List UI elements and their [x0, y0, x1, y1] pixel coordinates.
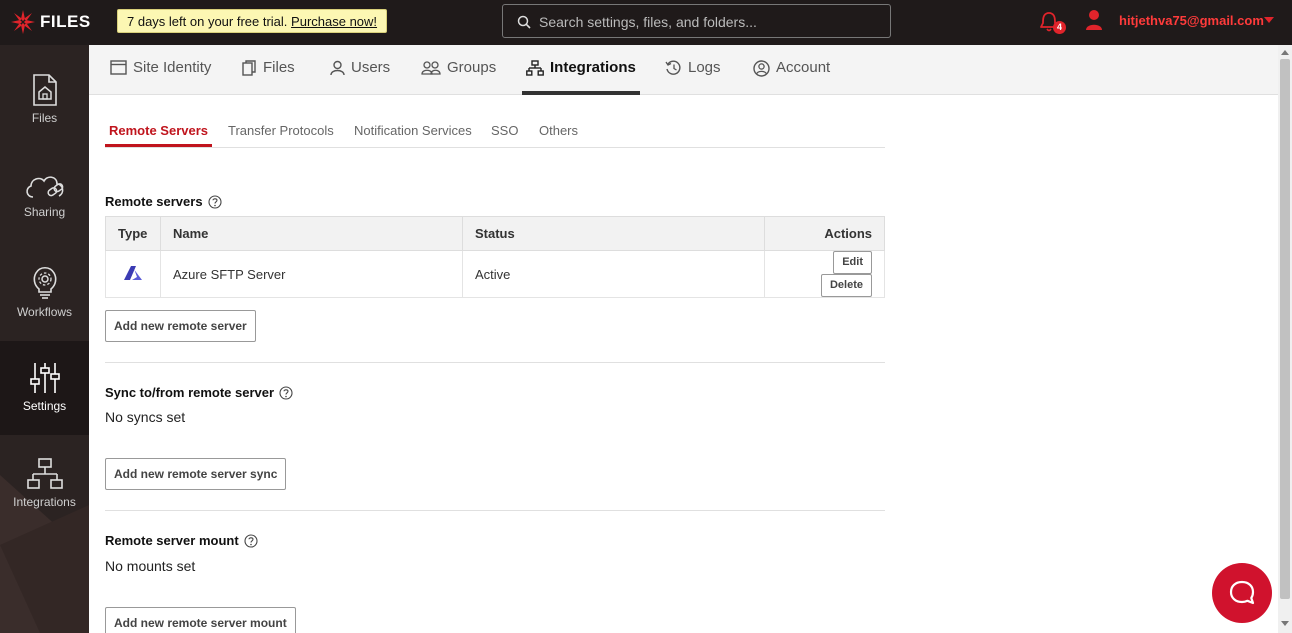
chat-bubble-icon — [1229, 580, 1255, 605]
tab-account[interactable]: Account — [753, 59, 830, 95]
help-icon[interactable] — [208, 194, 222, 209]
column-header-type[interactable]: Type — [105, 216, 161, 251]
search-box[interactable] — [502, 4, 891, 38]
table-row: Azure SFTP Server Active Edit Delete — [105, 250, 885, 298]
settings-tabs: Site Identity Files Users Groups Integra… — [89, 45, 1278, 95]
actions-cell: Edit Delete — [764, 250, 885, 298]
search-icon — [517, 15, 531, 29]
subtab-notification-services[interactable]: Notification Services — [354, 123, 472, 138]
scrollbar-thumb[interactable] — [1280, 59, 1290, 599]
subtab-transfer-protocols[interactable]: Transfer Protocols — [228, 123, 334, 138]
column-header-actions: Actions — [764, 216, 885, 251]
scroll-up-arrow-icon[interactable] — [1281, 49, 1289, 55]
tab-groups[interactable]: Groups — [421, 59, 496, 95]
table-header-row: Type Name Status Actions — [105, 216, 885, 251]
remote-servers-heading: Remote servers — [105, 194, 222, 209]
subtab-sso[interactable]: SSO — [491, 123, 518, 138]
sliders-icon — [29, 363, 60, 393]
sidebar-item-label: Workflows — [16, 305, 73, 319]
tab-label: Integrations — [550, 59, 636, 76]
user-avatar-icon[interactable] — [1085, 9, 1103, 31]
file-home-icon — [32, 74, 57, 106]
network-icon — [526, 60, 544, 76]
trial-banner: 7 days left on your free trial. Purchase… — [117, 9, 388, 33]
account-icon — [753, 60, 770, 77]
column-header-status[interactable]: Status — [462, 216, 765, 251]
network-icon — [26, 458, 63, 489]
sidebar-item-integrations[interactable]: Integrations — [0, 457, 89, 553]
subtab-others[interactable]: Others — [539, 123, 578, 138]
main-content: Site Identity Files Users Groups Integra… — [89, 45, 1278, 633]
active-subtab-indicator — [105, 144, 212, 147]
sidebar-item-files[interactable]: Files — [0, 73, 89, 169]
section-divider — [105, 362, 885, 363]
sidebar-item-label: Settings — [22, 399, 67, 413]
history-icon — [665, 60, 681, 75]
section-title-text: Sync to/from remote server — [105, 385, 275, 400]
sidebar-item-label: Sharing — [23, 205, 66, 219]
tab-site-identity[interactable]: Site Identity — [110, 59, 211, 95]
add-remote-server-button[interactable]: Add new remote server — [105, 310, 256, 342]
section-divider — [105, 510, 885, 511]
help-icon[interactable] — [244, 533, 258, 548]
vertical-scrollbar[interactable] — [1278, 45, 1292, 633]
tab-logs[interactable]: Logs — [665, 59, 721, 95]
files-icon — [242, 60, 256, 76]
tab-label: Account — [776, 59, 831, 76]
user-icon — [330, 60, 345, 76]
delete-button[interactable]: Delete — [820, 274, 872, 297]
tab-label: Users — [351, 59, 391, 76]
server-name: Azure SFTP Server — [160, 250, 463, 298]
tab-label: Groups — [447, 59, 497, 76]
search-input[interactable] — [539, 12, 879, 32]
window-icon — [110, 60, 127, 75]
cloud-link-icon — [25, 176, 63, 198]
trial-text: 7 days left on your free trial. — [127, 14, 288, 29]
top-bar: FILES 7 days left on your free trial. Pu… — [0, 0, 1292, 45]
type-cell — [105, 250, 161, 298]
no-mounts-text: No mounts set — [105, 558, 196, 574]
notification-badge: 4 — [1053, 21, 1066, 34]
remote-servers-table: Type Name Status Actions Azure SFTP Serv… — [105, 216, 885, 298]
group-icon — [421, 61, 441, 75]
add-remote-server-sync-button[interactable]: Add new remote server sync — [105, 458, 287, 490]
column-header-name[interactable]: Name — [160, 216, 463, 251]
section-title-text: Remote servers — [105, 194, 203, 209]
sidebar-item-label: Integrations — [13, 495, 76, 509]
scroll-down-arrow-icon[interactable] — [1281, 621, 1289, 627]
sidebar-item-settings[interactable]: Settings — [0, 341, 89, 435]
sidebar: Files Sharing Workflows Settings Integra… — [0, 45, 89, 633]
edit-button[interactable]: Edit — [833, 251, 872, 274]
tab-label: Logs — [688, 59, 721, 76]
chevron-down-icon[interactable] — [1264, 17, 1274, 24]
sidebar-item-sharing[interactable]: Sharing — [0, 171, 89, 267]
lightbulb-gear-icon — [33, 266, 56, 299]
purchase-link[interactable]: Purchase now! — [291, 14, 377, 29]
server-status: Active — [462, 250, 765, 298]
tab-integrations[interactable]: Integrations — [522, 59, 640, 95]
chat-support-button[interactable] — [1212, 563, 1272, 623]
tab-label: Site Identity — [133, 59, 212, 76]
no-syncs-text: No syncs set — [105, 409, 186, 425]
sync-heading: Sync to/from remote server — [105, 385, 293, 400]
azure-icon — [124, 265, 142, 280]
integration-subtabs: Remote Servers Transfer Protocols Notifi… — [105, 119, 885, 148]
tab-files[interactable]: Files — [242, 59, 295, 95]
help-icon[interactable] — [279, 385, 293, 400]
section-title-text: Remote server mount — [105, 533, 239, 548]
subtab-remote-servers[interactable]: Remote Servers — [109, 123, 208, 138]
files-logo[interactable]: FILES — [10, 9, 91, 35]
tab-label: Files — [263, 59, 295, 76]
mount-heading: Remote server mount — [105, 533, 258, 548]
logo-icon — [11, 10, 35, 34]
add-remote-server-mount-button[interactable]: Add new remote server mount — [105, 607, 296, 633]
logo-text: FILES — [40, 12, 91, 31]
sidebar-item-label: Files — [31, 111, 58, 125]
tab-users[interactable]: Users — [330, 59, 390, 95]
user-email[interactable]: hitjethva75@gmail.com — [1119, 13, 1264, 28]
